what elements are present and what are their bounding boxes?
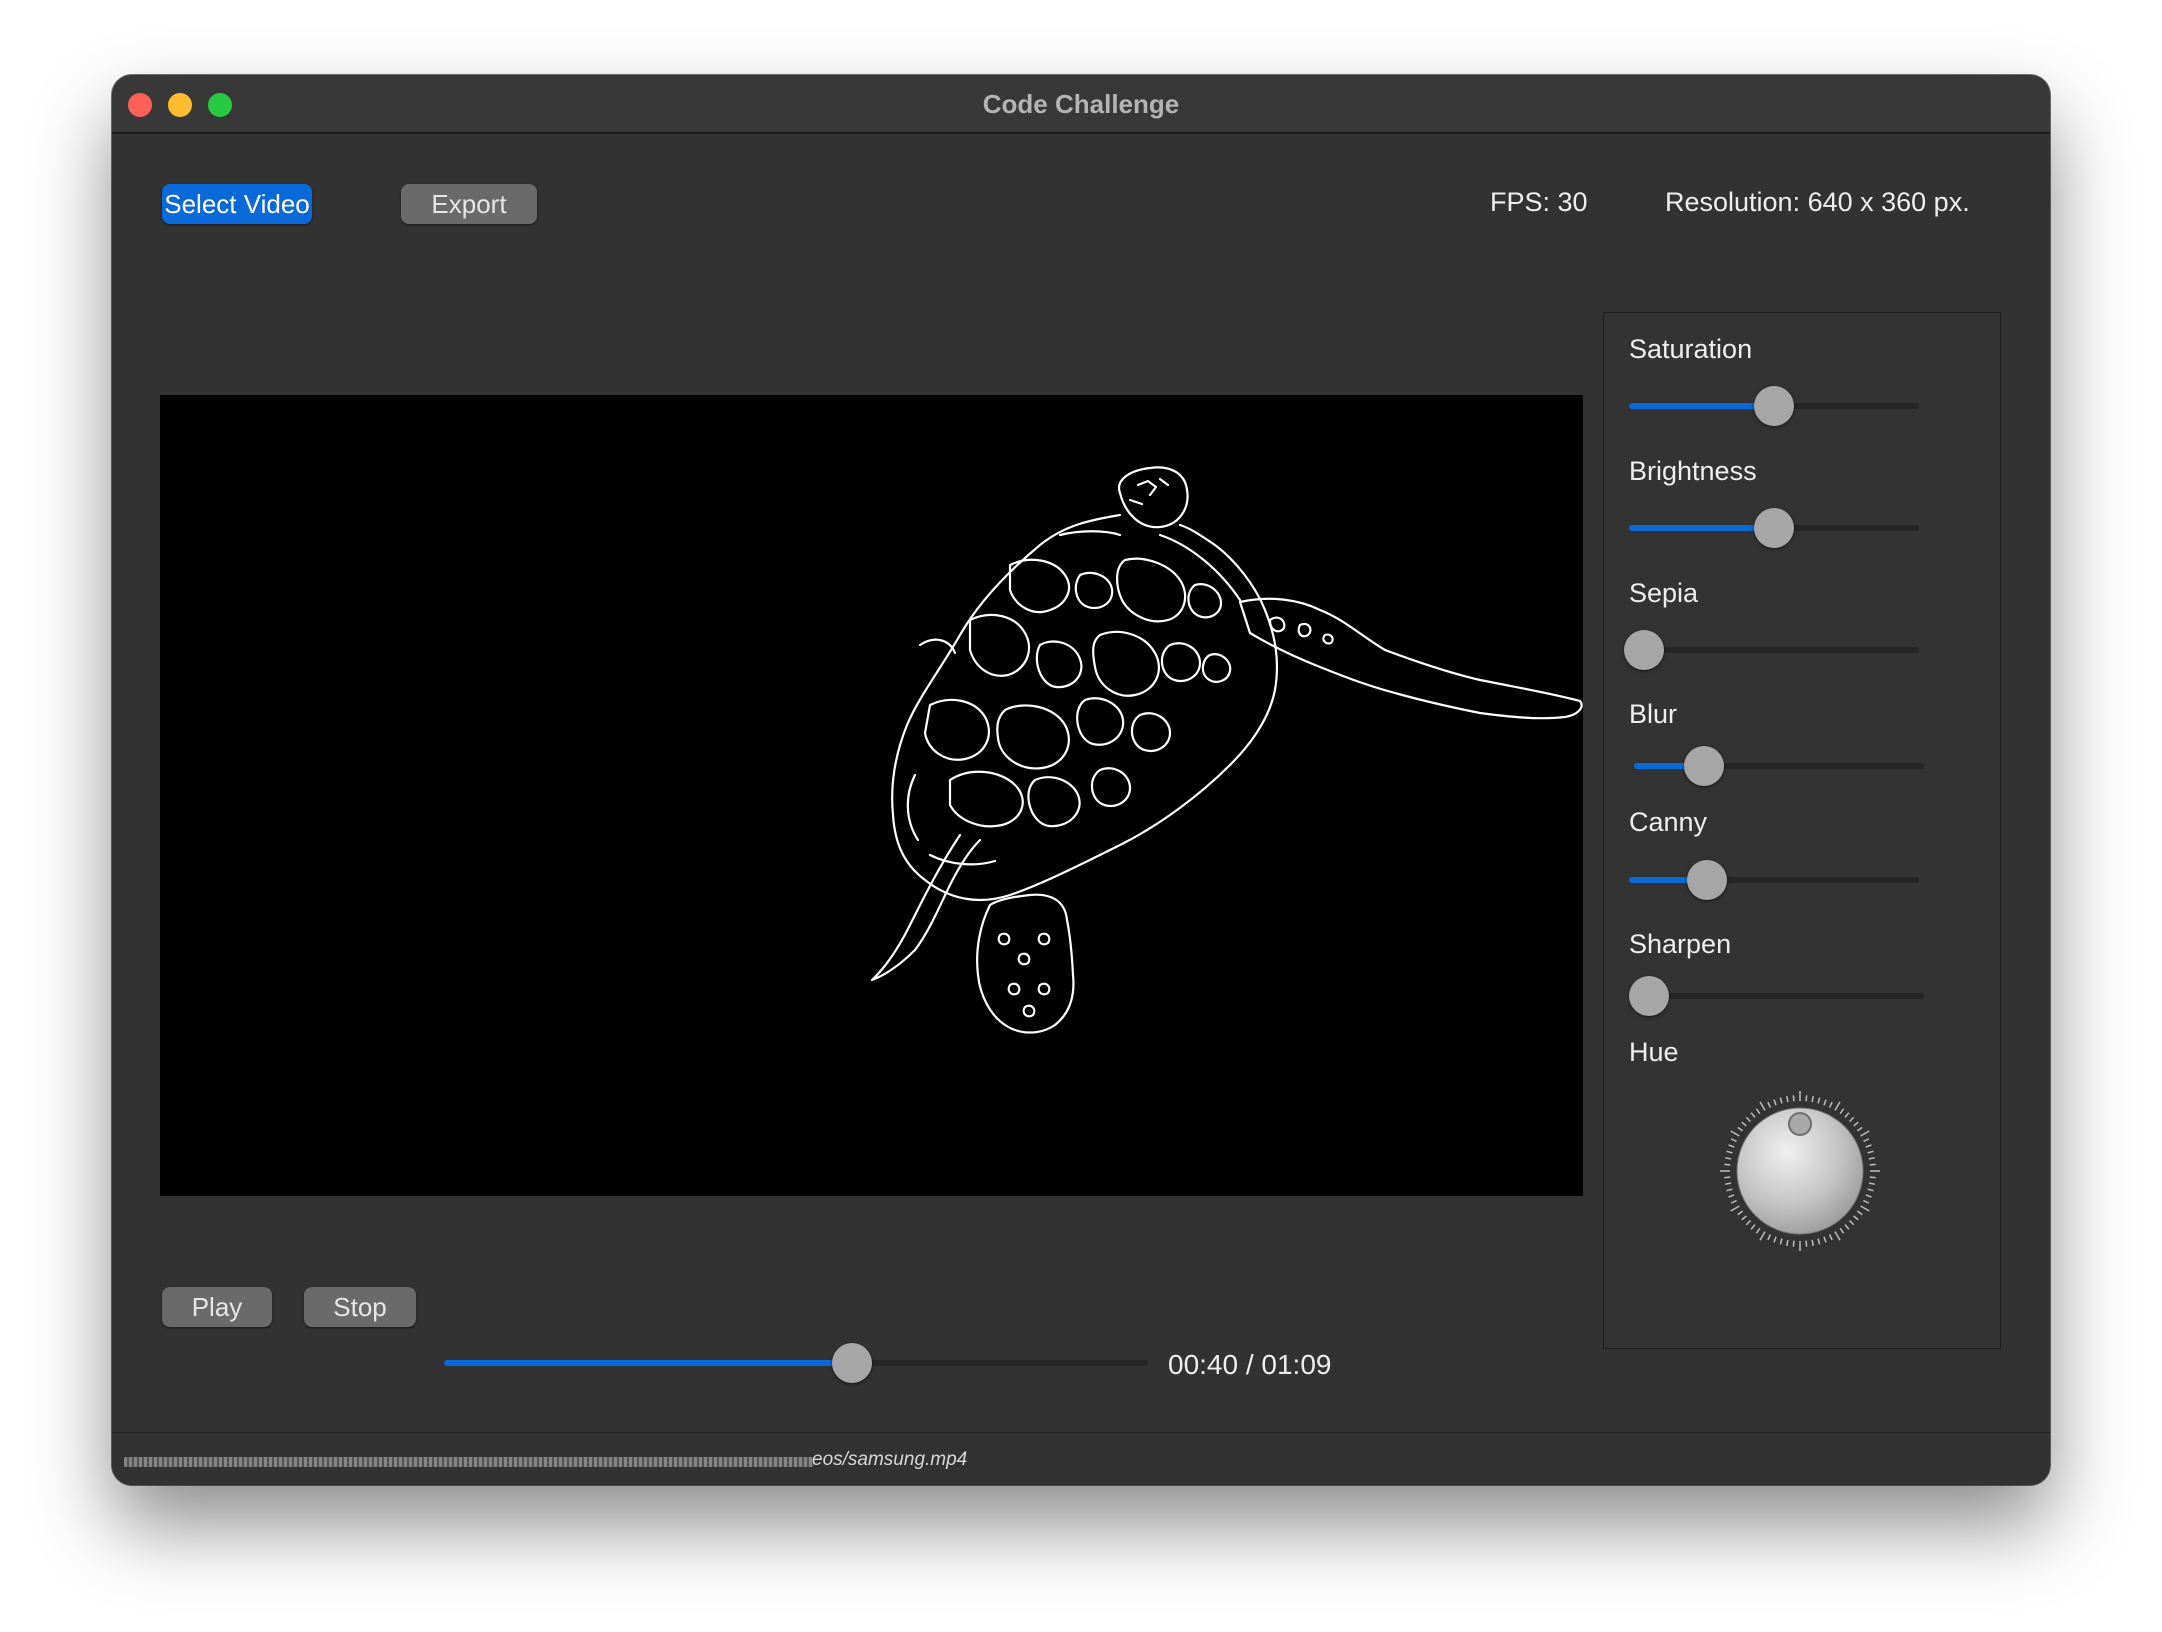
- app-window: Code Challenge Select Video Export FPS: …: [112, 75, 2050, 1485]
- window-title: Code Challenge: [982, 89, 1180, 119]
- blur-slider[interactable]: [1634, 746, 1924, 786]
- blur-label: Blur: [1629, 699, 1678, 729]
- status-bar: eos/samsung.mp4: [112, 1432, 2050, 1485]
- saturation-slider-knob[interactable]: [1754, 386, 1794, 426]
- sepia-label: Sepia: [1629, 578, 1699, 608]
- export-button[interactable]: Export: [401, 184, 537, 224]
- sharpen-label: Sharpen: [1629, 929, 1732, 959]
- brightness-slider-fill: [1629, 525, 1774, 531]
- turtle-edge-frame: [870, 466, 1583, 1034]
- canny-slider-knob[interactable]: [1687, 860, 1728, 900]
- canny-slider[interactable]: [1629, 860, 1919, 900]
- hue-dial[interactable]: [1718, 1089, 1882, 1253]
- playback-progress-slider[interactable]: [444, 1343, 1148, 1383]
- playback-progress-fill: [444, 1360, 853, 1366]
- fps-label: FPS: 30: [1490, 187, 1588, 217]
- play-button[interactable]: Play: [162, 1287, 272, 1327]
- playback-progress-knob[interactable]: [832, 1343, 873, 1383]
- hue-dial-graphic: [1720, 1091, 1880, 1251]
- brightness-slider-knob[interactable]: [1754, 508, 1794, 548]
- file-path-label: eos/samsung.mp4: [812, 1449, 968, 1470]
- canny-label: Canny: [1629, 807, 1708, 837]
- hue-dial-indicator: [1788, 1112, 1812, 1136]
- hue-label: Hue: [1629, 1037, 1679, 1067]
- saturation-slider-fill: [1629, 403, 1774, 409]
- time-display: 00:40 / 01:09: [1168, 1349, 1332, 1380]
- stop-button[interactable]: Stop: [304, 1287, 416, 1327]
- resolution-label: Resolution: 640 x 360 px.: [1665, 187, 1970, 217]
- title-bar: Code Challenge: [112, 75, 2050, 134]
- blur-slider-knob[interactable]: [1683, 746, 1724, 786]
- brightness-label: Brightness: [1629, 456, 1757, 486]
- sepia-slider[interactable]: [1624, 630, 1919, 670]
- select-video-button[interactable]: Select Video: [162, 184, 312, 224]
- sharpen-slider[interactable]: [1629, 976, 1924, 1016]
- saturation-label: Saturation: [1629, 334, 1753, 364]
- brightness-slider[interactable]: [1629, 508, 1919, 548]
- sharpen-slider-knob[interactable]: [1629, 976, 1669, 1016]
- adjustments-panel: Saturation Brightness Sepia Blur Canny S…: [1603, 312, 2001, 1349]
- sepia-slider-knob[interactable]: [1624, 630, 1664, 670]
- video-preview: [160, 395, 1583, 1196]
- saturation-slider[interactable]: [1629, 386, 1919, 426]
- redacted-path-segment: [124, 1457, 814, 1467]
